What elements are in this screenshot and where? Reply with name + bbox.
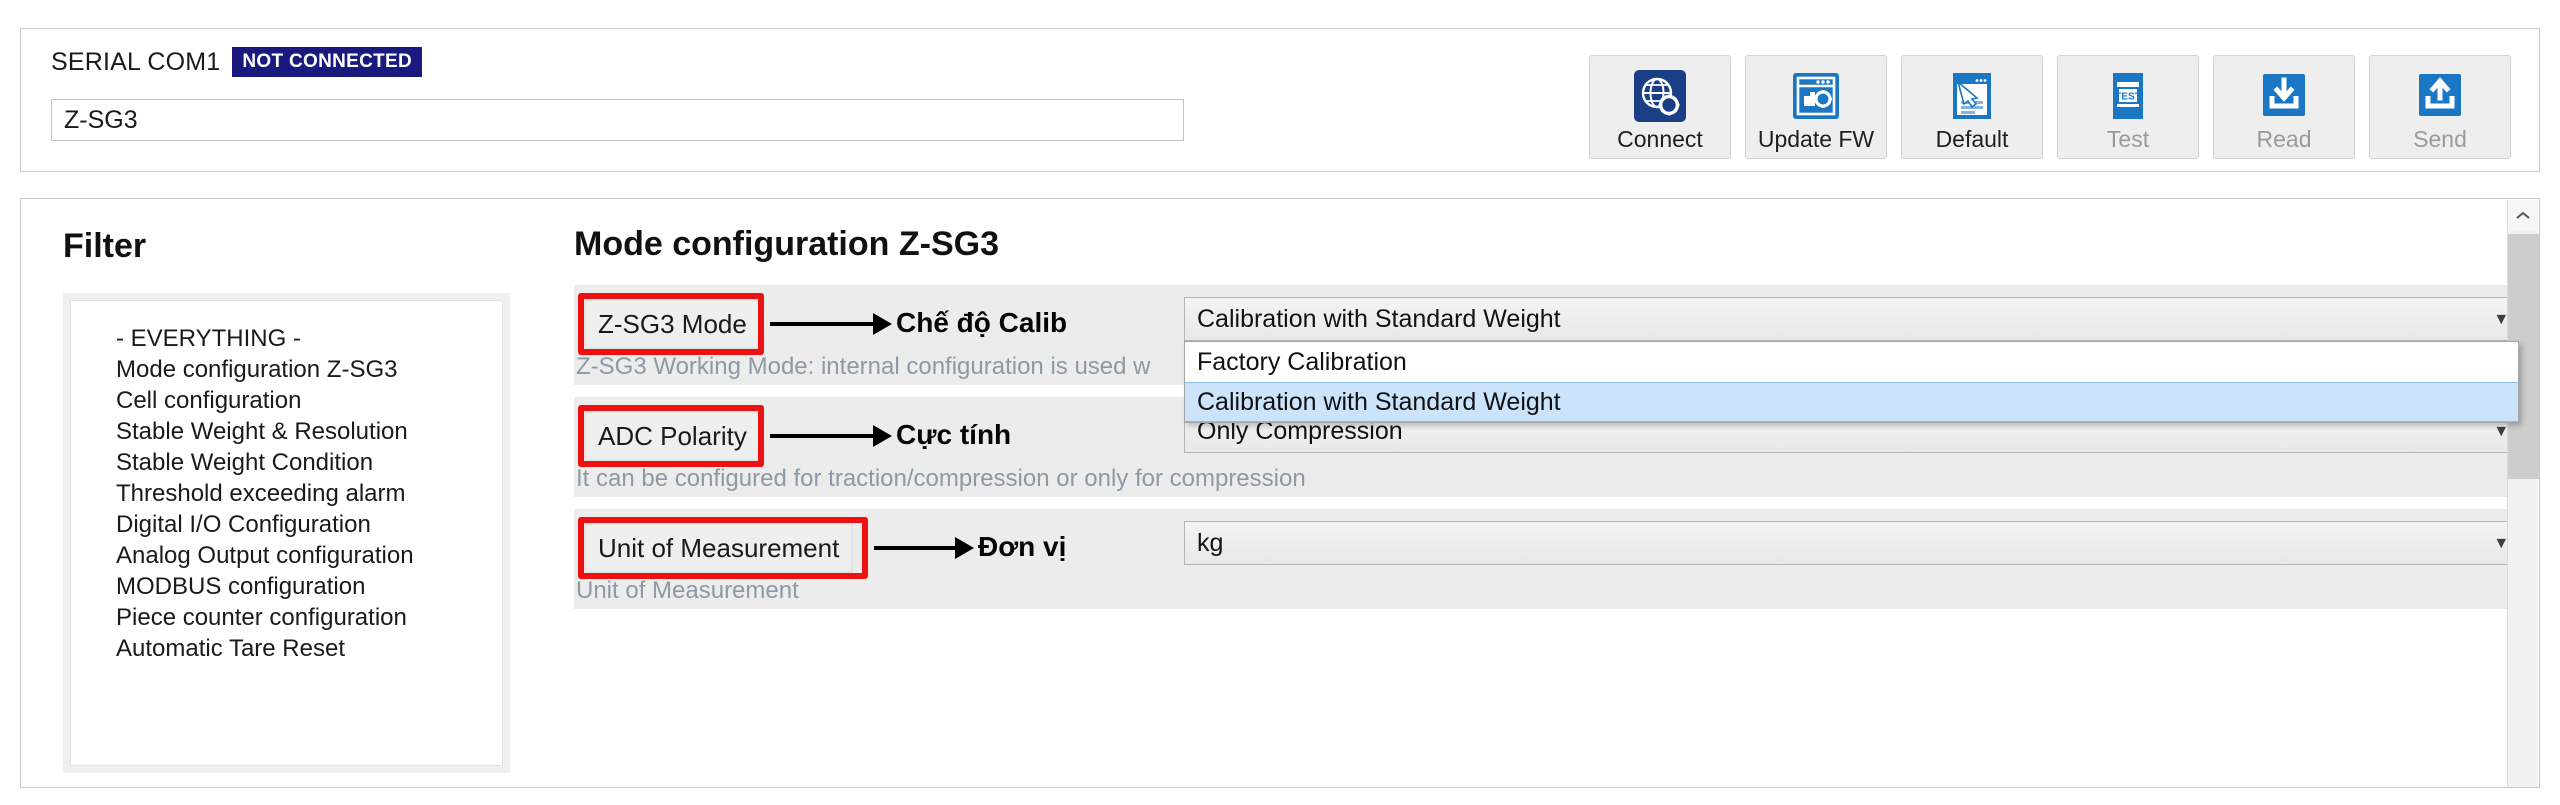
- update-fw-button[interactable]: Update FW: [1745, 55, 1887, 159]
- settings-form: Z-SG3 Mode Chế độ Calib Calibration with…: [574, 285, 2524, 619]
- adc-polarity-label: ADC Polarity: [584, 411, 761, 461]
- filter-listbox: - EVERYTHING - Mode configuration Z-SG3 …: [63, 293, 510, 773]
- default-button[interactable]: Default: [1901, 55, 2043, 159]
- dropdown-option-calibration-standard-weight[interactable]: Calibration with Standard Weight: [1185, 382, 2518, 422]
- sidebar-item-everything[interactable]: - EVERYTHING -: [116, 323, 502, 354]
- zsg3-mode-vietnamese-note: Chế độ Calib: [896, 307, 1068, 338]
- unit-of-measurement-arrow: [874, 533, 974, 563]
- download-tray-icon: [2256, 68, 2312, 124]
- device-name-input[interactable]: [51, 99, 1184, 141]
- test-screen-icon: TEST: [2100, 68, 2156, 124]
- window-restore-icon: [1944, 68, 2000, 124]
- zsg3-mode-label: Z-SG3 Mode: [584, 299, 761, 349]
- unit-of-measurement-select[interactable]: kg ▾: [1184, 521, 2519, 565]
- sidebar-item-mode-configuration[interactable]: Mode configuration Z-SG3: [116, 354, 502, 385]
- dropdown-option-factory-calibration[interactable]: Factory Calibration: [1185, 342, 2518, 382]
- chevron-down-icon: ▾: [2496, 420, 2506, 442]
- zsg3-mode-help-text: Z-SG3 Working Mode: internal configurati…: [576, 353, 1151, 380]
- read-button[interactable]: Read: [2213, 55, 2355, 159]
- application-window: SERIAL COM1 NOT CONNECTED Z-SG3 Connect …: [0, 0, 2560, 805]
- panel-scrollbar[interactable]: [2507, 200, 2539, 787]
- zsg3-mode-arrow: [770, 309, 892, 339]
- update-fw-button-label: Update FW: [1757, 126, 1875, 152]
- connect-button-label: Connect: [1617, 126, 1703, 152]
- zsg3-mode-select-value: Calibration with Standard Weight: [1197, 304, 1561, 333]
- send-button[interactable]: Send: [2369, 55, 2511, 159]
- sidebar-item-threshold-alarm[interactable]: Threshold exceeding alarm: [116, 478, 502, 509]
- send-button-label: Send: [2413, 126, 2467, 152]
- serial-port-label: SERIAL COM1: [51, 47, 221, 76]
- connection-status-badge: NOT CONNECTED: [232, 47, 423, 77]
- sidebar-item-cell-configuration[interactable]: Cell configuration: [116, 385, 502, 416]
- globe-gear-icon: [1632, 68, 1688, 124]
- adc-polarity-vietnamese-note: Cực tính: [896, 419, 1012, 450]
- chevron-down-icon: ▾: [2496, 308, 2506, 330]
- configuration-panel: Filter - EVERYTHING - Mode configuration…: [20, 198, 2540, 788]
- sidebar-item-stable-weight-resolution[interactable]: Stable Weight & Resolution: [116, 416, 502, 447]
- window-gear-icon: [1788, 68, 1844, 124]
- page-title: Mode configuration Z-SG3: [574, 225, 999, 263]
- connection-status-row: SERIAL COM1 NOT CONNECTED: [51, 47, 423, 77]
- zsg3-mode-dropdown-list[interactable]: Factory Calibration Calibration with Sta…: [1184, 341, 2519, 423]
- read-button-label: Read: [2256, 126, 2312, 152]
- scroll-up-button[interactable]: [2508, 200, 2538, 231]
- sidebar-item-digital-io[interactable]: Digital I/O Configuration: [116, 509, 502, 540]
- zsg3-mode-select[interactable]: Calibration with Standard Weight ▾: [1184, 297, 2519, 341]
- filter-heading: Filter: [63, 227, 147, 265]
- adc-polarity-arrow: [770, 421, 892, 451]
- unit-of-measurement-label: Unit of Measurement: [584, 523, 854, 573]
- test-button[interactable]: TEST Test: [2057, 55, 2199, 159]
- chevron-down-icon: ▾: [2496, 532, 2506, 554]
- setting-row-unit-of-measurement: Unit of Measurement Đơn vị kg ▾ Unit of …: [574, 509, 2524, 609]
- sidebar-item-piece-counter[interactable]: Piece counter configuration: [116, 602, 502, 633]
- action-button-group: Connect Update FW Default TEST Test Read…: [1589, 55, 2511, 159]
- svg-text:TEST: TEST: [2115, 92, 2141, 103]
- sidebar-item-modbus[interactable]: MODBUS configuration: [116, 571, 502, 602]
- chevron-up-icon: [2516, 211, 2530, 219]
- connection-toolbar: SERIAL COM1 NOT CONNECTED Z-SG3 Connect …: [20, 28, 2540, 172]
- sidebar-item-stable-weight-condition[interactable]: Stable Weight Condition: [116, 447, 502, 478]
- default-button-label: Default: [1935, 126, 2009, 152]
- unit-of-measurement-vietnamese-note: Đơn vị: [978, 531, 1067, 562]
- unit-of-measurement-select-value: kg: [1197, 528, 1224, 557]
- sidebar-item-analog-output[interactable]: Analog Output configuration: [116, 540, 502, 571]
- adc-polarity-help-text: It can be configured for traction/compre…: [576, 465, 1306, 492]
- unit-of-measurement-help-text: Unit of Measurement: [576, 577, 799, 604]
- sidebar-item-automatic-tare-reset[interactable]: Automatic Tare Reset: [116, 633, 502, 664]
- test-button-label: Test: [2106, 126, 2150, 152]
- connect-button[interactable]: Connect: [1589, 55, 1731, 159]
- setting-row-zsg3-mode: Z-SG3 Mode Chế độ Calib Calibration with…: [574, 285, 2524, 423]
- upload-tray-icon: [2412, 68, 2468, 124]
